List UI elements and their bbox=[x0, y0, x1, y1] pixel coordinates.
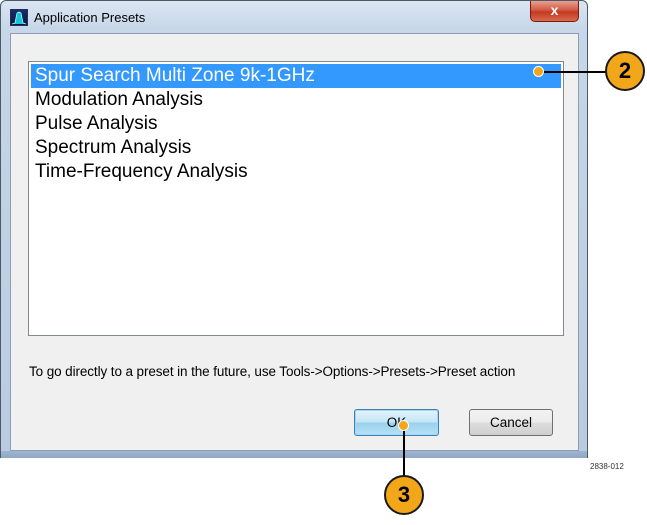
preset-hint-text: To go directly to a preset in the future… bbox=[29, 364, 516, 379]
application-presets-dialog: Application Presets x Spur Search Multi … bbox=[0, 0, 588, 458]
window-bottom-border bbox=[1, 451, 587, 458]
presets-list[interactable]: Spur Search Multi Zone 9k-1GHz Modulatio… bbox=[28, 61, 564, 336]
callout-3-leader-line bbox=[403, 426, 405, 477]
window-title: Application Presets bbox=[34, 10, 146, 25]
callout-3-badge: 3 bbox=[384, 475, 424, 515]
app-icon bbox=[10, 9, 28, 26]
preset-item-spectrum-analysis[interactable]: Spectrum Analysis bbox=[31, 136, 561, 160]
preset-item-modulation-analysis[interactable]: Modulation Analysis bbox=[31, 88, 561, 112]
title-bar[interactable]: Application Presets x bbox=[1, 1, 587, 32]
callout-2-marker-dot bbox=[533, 66, 544, 77]
figure-id: 2838-012 bbox=[590, 462, 624, 471]
dialog-body: Spur Search Multi Zone 9k-1GHz Modulatio… bbox=[10, 33, 579, 451]
callout-3-marker-dot bbox=[398, 420, 409, 431]
preset-item-time-frequency-analysis[interactable]: Time-Frequency Analysis bbox=[31, 160, 561, 184]
close-button[interactable]: x bbox=[530, 1, 579, 22]
cancel-button[interactable]: Cancel bbox=[469, 409, 553, 436]
ok-button[interactable]: OK bbox=[354, 409, 439, 436]
preset-item-pulse-analysis[interactable]: Pulse Analysis bbox=[31, 112, 561, 136]
preset-item-spur-search[interactable]: Spur Search Multi Zone 9k-1GHz bbox=[31, 64, 561, 88]
close-icon: x bbox=[550, 2, 559, 18]
callout-2-badge: 2 bbox=[605, 51, 645, 91]
callout-2-leader-line bbox=[539, 71, 610, 73]
